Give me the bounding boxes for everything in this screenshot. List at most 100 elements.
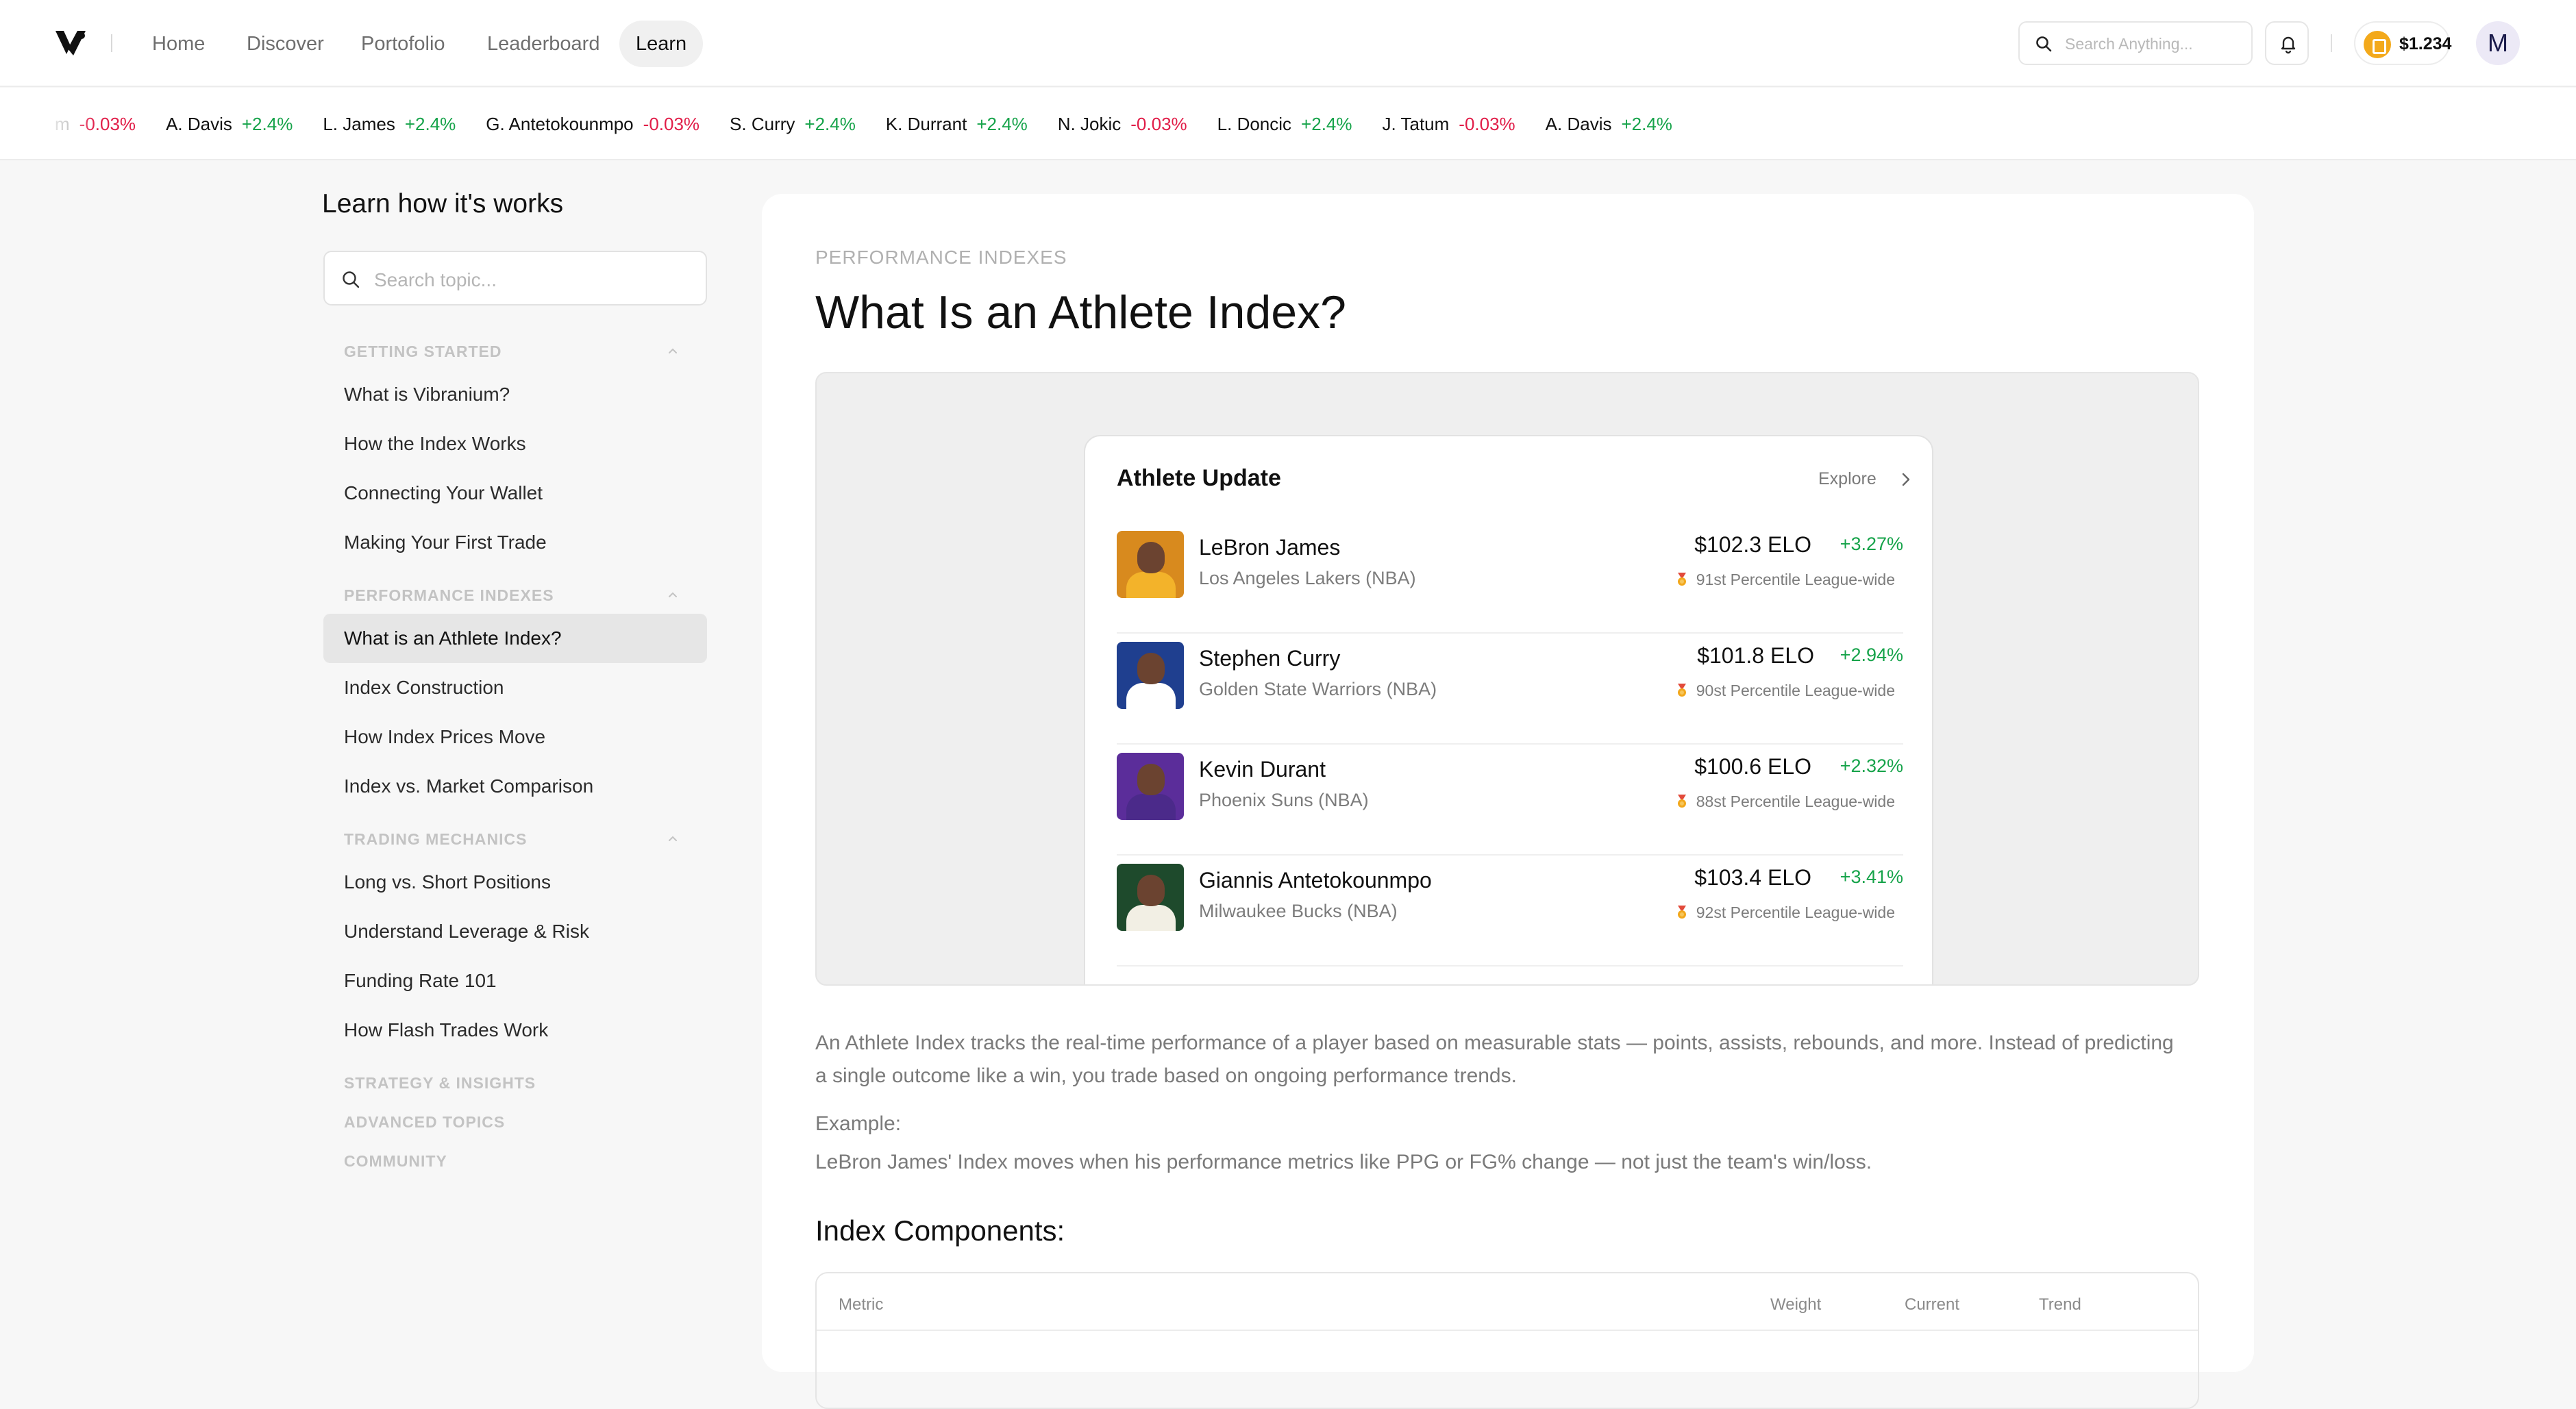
sidebar-item-how-flash-trades-work[interactable]: How Flash Trades Work — [323, 1006, 707, 1055]
athlete-update-title: Athlete Update — [1117, 465, 1281, 491]
ticker-item[interactable]: S. Curry +2.4% — [730, 114, 856, 135]
ticker-item[interactable]: K. Durrant +2.4% — [886, 114, 1028, 135]
chevron-up-icon[interactable] — [667, 345, 678, 356]
ticker-change: +2.4% — [804, 114, 856, 134]
athlete-update-card: Athlete Update Explore LeBron James Los A… — [1084, 435, 1933, 984]
sidebar-section-trading-mechanics[interactable]: TRADING MECHANICS — [344, 830, 527, 849]
nav-item-portofolio[interactable]: Portofolio — [345, 21, 462, 67]
athlete-percentile: 90st Percentile League-wide — [1676, 682, 1895, 700]
article-title: What Is an Athlete Index? — [815, 286, 1346, 338]
ticker-item[interactable]: A. Davis +2.4% — [1546, 114, 1672, 135]
nav-item-leaderboard[interactable]: Leaderboard — [471, 21, 616, 67]
athlete-photo — [1117, 864, 1184, 931]
athlete-percentile: 88st Percentile League-wide — [1676, 793, 1895, 811]
vibranium-logo[interactable] — [54, 28, 87, 57]
nav-item-discover[interactable]: Discover — [230, 21, 340, 67]
sidebar-item-label: Making Your First Trade — [344, 532, 547, 553]
ticker-change: -0.03% — [1130, 114, 1187, 134]
table-header-metric: Metric — [839, 1295, 884, 1314]
nav-item-home[interactable]: Home — [136, 21, 221, 67]
athlete-percentile: 91st Percentile League-wide — [1676, 571, 1895, 589]
sidebar-item-what-is-vibranium[interactable]: What is Vibranium? — [323, 370, 707, 419]
sidebar-item-funding-rate-101[interactable]: Funding Rate 101 — [323, 956, 707, 1006]
sidebar-item-making-your-first-trade[interactable]: Making Your First Trade — [323, 518, 707, 567]
sidebar-item-label: Connecting Your Wallet — [344, 482, 543, 503]
sidebar-item-index-construction[interactable]: Index Construction — [323, 663, 707, 712]
ticker-item[interactable]: J. Tatum -0.03% — [1383, 114, 1515, 135]
athlete-name: Kevin Durant — [1199, 757, 1326, 782]
sidebar-item-connecting-your-wallet[interactable]: Connecting Your Wallet — [323, 469, 707, 518]
article-eyebrow: PERFORMANCE INDEXES — [815, 247, 1067, 268]
athlete-photo — [1117, 753, 1184, 820]
topic-search-input[interactable]: Search topic... — [323, 251, 707, 306]
athlete-team: Phoenix Suns (NBA) — [1199, 790, 1369, 810]
sidebar-item-index-vs-market-comparison[interactable]: Index vs. Market Comparison — [323, 762, 707, 811]
wallet-balance-button[interactable]: $1.234 — [2354, 21, 2452, 65]
sidebar-section-getting-started[interactable]: GETTING STARTED — [344, 342, 502, 361]
athlete-row[interactable]: Giannis Antetokounmpo Milwaukee Bucks (NB… — [1117, 856, 1903, 967]
nav-item-learn[interactable]: Learn — [619, 21, 704, 67]
nav-divider — [111, 34, 112, 52]
ticker-change: -0.03% — [643, 114, 700, 134]
sidebar-section-strategy-insights[interactable]: STRATEGY & INSIGHTS — [344, 1074, 536, 1093]
notifications-button[interactable] — [2265, 21, 2309, 65]
athlete-name: Stephen Curry — [1199, 646, 1341, 671]
athlete-percentile: 92st Percentile League-wide — [1676, 903, 1895, 922]
example-label: Example: — [815, 1112, 902, 1135]
global-search-input[interactable]: Search Anything... — [2018, 21, 2253, 65]
ticker-item[interactable]: N. Jokic -0.03% — [1058, 114, 1187, 135]
athlete-photo-head — [1137, 875, 1165, 906]
sidebar-item-label: Funding Rate 101 — [344, 970, 497, 991]
sidebar-section-community[interactable]: COMMUNITY — [344, 1152, 447, 1171]
sidebar-item-how-index-prices-move[interactable]: How Index Prices Move — [323, 712, 707, 762]
ticker-change: -0.03% — [1459, 114, 1515, 134]
ticker-name: K. Durrant — [885, 114, 967, 134]
index-components-table: Metric Weight Current Trend — [815, 1272, 2199, 1409]
table-header-trend: Trend — [2039, 1295, 2081, 1314]
sidebar-item-long-vs-short-positions[interactable]: Long vs. Short Positions — [323, 858, 707, 907]
ticker-item[interactable]: G. Antetokounmpo -0.03% — [486, 114, 699, 135]
athlete-change: +2.94% — [1840, 645, 1903, 665]
athlete-percentile-text: 90st Percentile League-wide — [1696, 682, 1895, 699]
sidebar-item-understand-leverage-risk[interactable]: Understand Leverage & Risk — [323, 907, 707, 956]
athlete-photo-head — [1137, 542, 1165, 573]
ticker-name: J. Tatum — [1382, 114, 1450, 134]
sidebar-item-label: Understand Leverage & Risk — [344, 921, 589, 942]
ticker-item[interactable]: A. Davis +2.4% — [166, 114, 293, 135]
athlete-row[interactable]: LeBron James Los Angeles Lakers (NBA) +3.2… — [1117, 523, 1903, 634]
sidebar-item-label: How Index Prices Move — [344, 726, 546, 747]
athlete-row[interactable]: Kevin Durant Phoenix Suns (NBA) +2.32% $100… — [1117, 745, 1903, 856]
table-header-current: Current — [1905, 1295, 1960, 1314]
nav-divider-right — [2331, 34, 2332, 52]
sidebar-section-performance-indexes[interactable]: PERFORMANCE INDEXES — [344, 586, 554, 605]
ticker-item[interactable]: L. James +2.4% — [323, 114, 456, 135]
ticker-change: +2.4% — [404, 114, 456, 134]
athlete-photo-jersey — [1126, 905, 1176, 931]
chevron-up-icon[interactable] — [667, 589, 678, 600]
athlete-price: $100.6 ELO — [1694, 754, 1811, 779]
athlete-photo — [1117, 642, 1184, 709]
sidebar-item-label: What is an Athlete Index? — [344, 627, 562, 649]
ticker-name: L. James — [323, 114, 395, 134]
medal-icon — [1677, 572, 1686, 586]
athlete-row[interactable]: Stephen Curry Golden State Warriors (NBA)… — [1117, 634, 1903, 745]
athlete-photo — [1117, 531, 1184, 598]
sidebar-item-how-the-index-works[interactable]: How the Index Works — [323, 419, 707, 469]
chevron-up-icon[interactable] — [667, 833, 678, 844]
ticker-name: A. Davis — [1545, 114, 1612, 134]
ticker-item[interactable]: L. Doncic +2.4% — [1217, 114, 1352, 135]
sidebar-item-label: Index vs. Market Comparison — [344, 775, 594, 797]
athlete-change: +3.41% — [1840, 866, 1903, 887]
global-search-placeholder: Search Anything... — [2065, 35, 2193, 53]
wallet-amount: $1.234 — [2399, 34, 2452, 53]
athlete-team: Los Angeles Lakers (NBA) — [1199, 568, 1416, 588]
bell-icon — [2281, 36, 2296, 54]
price-ticker: m-0.03%A. Davis+2.4%L. James+2.4%G. Ante… — [0, 88, 2576, 160]
sidebar-section-advanced-topics[interactable]: ADVANCED TOPICS — [344, 1113, 505, 1132]
user-avatar[interactable]: M — [2476, 21, 2520, 65]
sidebar-item-what-is-an-athlete-index[interactable]: What is an Athlete Index? — [323, 614, 707, 663]
chevron-right-icon[interactable] — [1900, 472, 1911, 487]
ticker-name: L. Doncic — [1217, 114, 1292, 134]
explore-link[interactable]: Explore — [1818, 469, 1877, 489]
athlete-team: Golden State Warriors (NBA) — [1199, 679, 1437, 699]
